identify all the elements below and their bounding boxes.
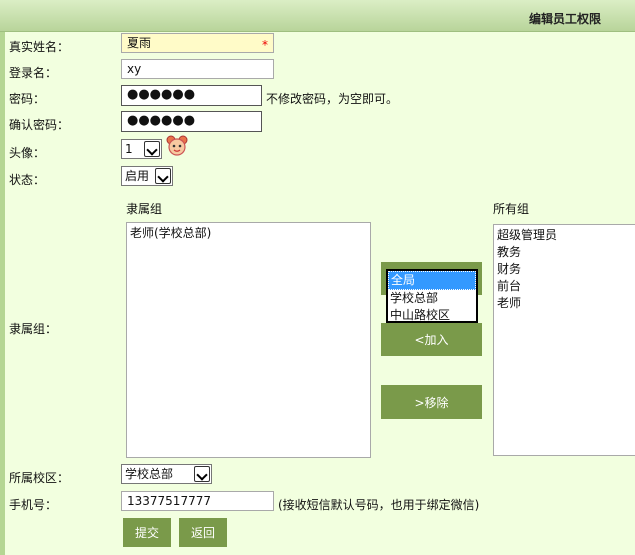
confirm-password-input[interactable]: ●●●●●●	[121, 111, 262, 132]
title-bar: 编辑员工权限	[0, 0, 635, 32]
all-groups-header: 所有组	[493, 202, 530, 216]
avatar-label: 头像：	[9, 146, 46, 160]
real-name-label: 真实姓名：	[9, 40, 70, 54]
password-input[interactable]: ●●●●●●	[121, 85, 262, 106]
phone-label: 手机号：	[9, 498, 58, 512]
status-select[interactable]: 启用	[121, 166, 173, 186]
campus-label: 所属校区：	[9, 471, 70, 485]
chevron-down-icon	[155, 168, 171, 184]
assigned-groups-list[interactable]: 老师(学校总部)	[126, 222, 371, 458]
avatar-select[interactable]: 1	[121, 139, 162, 159]
list-item[interactable]: 老师(学校总部)	[130, 225, 367, 242]
chevron-down-icon	[144, 141, 160, 157]
password-label: 密码：	[9, 92, 46, 106]
status-select-value: 启用	[125, 169, 150, 183]
groups-label: 隶属组：	[9, 322, 58, 336]
assigned-groups-header: 隶属组	[126, 202, 163, 216]
required-mark: *	[262, 38, 268, 52]
login-name-input[interactable]: xy	[121, 59, 274, 79]
scope-option-zhongshan[interactable]: 中山路校区	[388, 307, 476, 324]
phone-hint: (接收短信默认号码，也用于绑定微信)	[278, 498, 480, 512]
chevron-down-icon	[194, 466, 210, 482]
campus-select-value: 学校总部	[125, 467, 174, 481]
avatar-select-value: 1	[125, 142, 133, 156]
scope-option-global[interactable]: 全局	[388, 271, 476, 290]
scope-dropdown-list[interactable]: 全局 学校总部 中山路校区	[386, 269, 478, 323]
phone-input[interactable]: 13377517777	[121, 491, 274, 511]
login-name-label: 登录名：	[9, 66, 58, 80]
left-border	[0, 32, 5, 555]
status-label: 状态：	[9, 173, 46, 187]
page-title: 编辑员工权限	[528, 12, 601, 26]
add-group-button[interactable]: <加入	[381, 323, 482, 356]
campus-select[interactable]: 学校总部	[121, 464, 212, 484]
all-groups-list[interactable]: 超级管理员 教务 财务 前台 老师	[493, 224, 635, 456]
list-item[interactable]: 前台	[497, 278, 635, 295]
back-button[interactable]: 返回	[179, 518, 227, 547]
remove-group-button[interactable]: >移除	[381, 385, 482, 419]
password-hint: 不修改密码，为空即可。	[266, 92, 399, 106]
confirm-password-label: 确认密码：	[9, 118, 70, 132]
list-item[interactable]: 老师	[497, 295, 635, 312]
real-name-input[interactable]: 夏雨	[121, 33, 274, 53]
scope-option-headquarters[interactable]: 学校总部	[388, 290, 476, 307]
avatar-icon	[166, 135, 188, 156]
list-item[interactable]: 超级管理员	[497, 227, 635, 244]
list-item[interactable]: 教务	[497, 244, 635, 261]
list-item[interactable]: 财务	[497, 261, 635, 278]
submit-button[interactable]: 提交	[123, 518, 171, 547]
